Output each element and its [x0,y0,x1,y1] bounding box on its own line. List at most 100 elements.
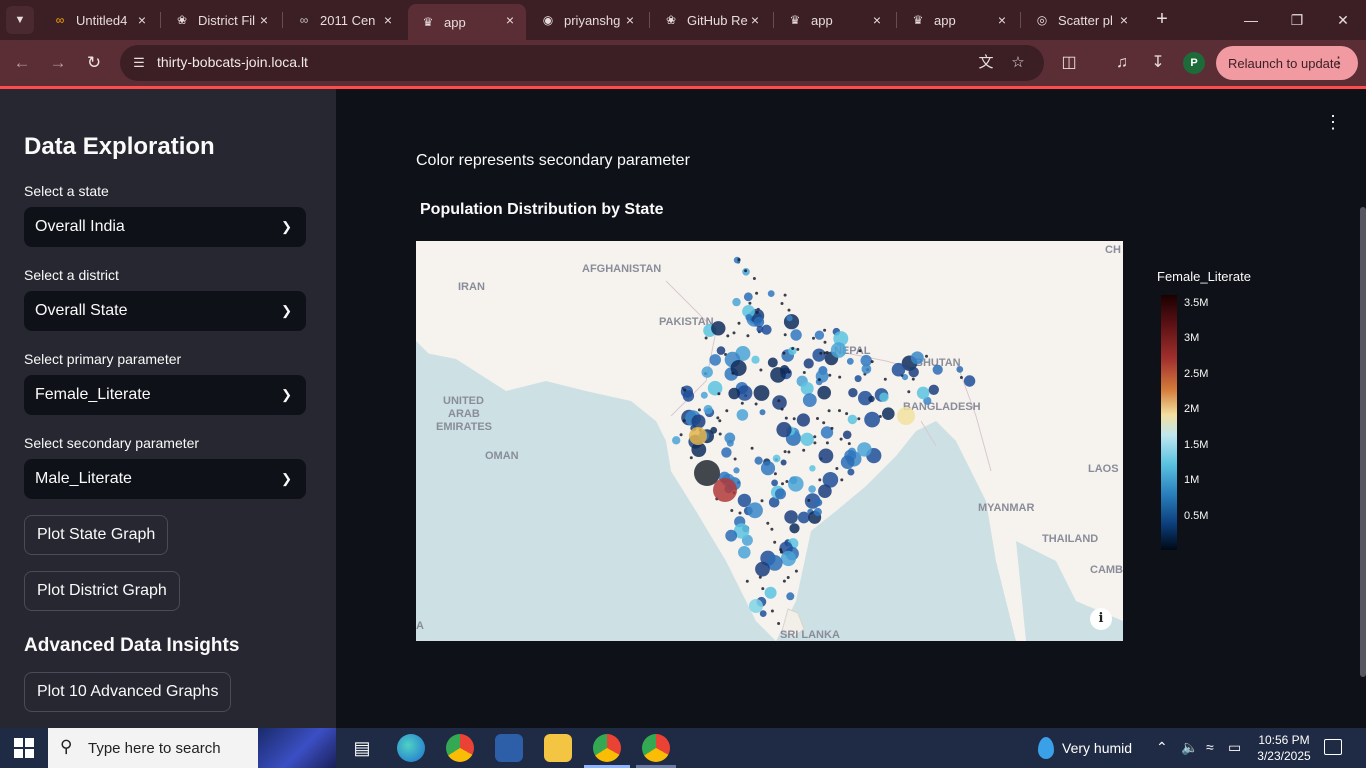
chrome-alt-icon[interactable] [642,734,670,762]
district-point[interactable] [818,478,822,482]
district-point[interactable] [830,342,847,358]
district-point[interactable] [812,336,815,340]
district-point[interactable] [783,450,787,454]
primary-param-select[interactable]: Female_Literate ❯ [24,375,306,415]
district-point[interactable] [709,354,721,366]
district-point[interactable] [796,347,800,351]
district-point[interactable] [725,529,738,542]
district-point[interactable] [721,447,732,458]
district-point[interactable] [732,297,741,307]
district-point[interactable] [907,390,911,394]
downloads-icon[interactable]: ↧ [1147,52,1169,74]
district-point[interactable] [733,467,740,474]
district-point[interactable] [738,511,742,515]
district-point[interactable] [782,351,786,355]
tab-app-active[interactable]: ♛ app × [408,4,526,40]
district-point[interactable] [683,388,687,392]
close-icon[interactable]: × [994,12,1010,28]
district-point[interactable] [783,293,787,297]
district-point[interactable] [868,395,875,403]
district-point[interactable] [813,507,822,517]
chevron-up-icon[interactable]: ⌃ [1156,739,1168,756]
district-point[interactable] [773,540,777,544]
tab-app-2[interactable]: ♛ app × [775,4,893,36]
district-point[interactable] [682,419,686,423]
close-icon[interactable]: × [622,12,638,28]
district-point[interactable] [680,385,693,398]
district-point[interactable] [703,404,713,415]
close-icon[interactable]: × [747,12,763,28]
reload-button[interactable]: ↻ [80,49,108,77]
district-point[interactable] [689,456,693,460]
district-point[interactable] [736,409,749,421]
district-point[interactable] [802,393,817,407]
weather-text[interactable]: Very humid [1062,740,1132,756]
profile-avatar[interactable]: P [1183,52,1205,74]
district-point[interactable] [870,360,874,364]
extensions-icon[interactable]: ◫ [1058,52,1080,74]
district-point[interactable] [928,384,939,395]
district-point[interactable] [718,432,722,436]
district-point[interactable] [835,467,839,470]
plot-state-graph-button[interactable]: Plot State Graph [24,515,169,555]
district-point[interactable] [830,426,834,430]
new-tab-button[interactable]: + [1150,6,1174,34]
district-point[interactable] [911,377,915,381]
district-point[interactable] [807,498,811,502]
district-point[interactable] [792,417,796,421]
district-point[interactable] [791,347,795,350]
file-explorer-icon[interactable] [544,734,572,762]
district-point[interactable] [733,457,737,461]
district-point[interactable] [814,330,825,340]
district-point[interactable] [861,364,872,374]
plot-district-graph-button[interactable]: Plot District Graph [24,571,180,611]
district-point[interactable] [777,622,781,625]
translate-icon[interactable]: 文 [976,53,996,73]
district-point[interactable] [797,511,810,524]
district-point[interactable] [755,310,759,314]
district-point[interactable] [858,349,862,353]
district-point[interactable] [713,478,737,502]
district-point[interactable] [730,509,734,512]
address-bar[interactable]: ☰ thirty-bobcats-join.loca.lt 文 ☆ [120,45,1044,81]
system-clock[interactable]: 10:56 PM 3/23/2025 [1250,732,1318,764]
district-point[interactable] [718,419,722,423]
district-point[interactable] [738,546,751,559]
back-button[interactable]: ← [8,49,36,77]
district-point[interactable] [781,482,784,486]
minimize-button[interactable]: — [1228,0,1274,40]
bookmark-star-icon[interactable]: ☆ [1008,53,1028,73]
district-point[interactable] [825,441,829,445]
district-point[interactable] [786,315,793,322]
taskbar-search-box[interactable]: ⚲ Type here to search [48,728,336,768]
district-point[interactable] [700,391,708,399]
district-point[interactable] [771,479,778,487]
district-point[interactable] [749,599,763,613]
notification-center-icon[interactable] [1324,739,1342,755]
district-point[interactable] [816,417,819,420]
district-point[interactable] [746,334,750,338]
tab-priyanshg[interactable]: ◉ priyanshg × [528,4,646,36]
district-point[interactable] [760,461,776,476]
district-point[interactable] [787,450,791,454]
district-point[interactable] [775,488,786,500]
district-point[interactable] [857,417,861,421]
district-point[interactable] [847,414,858,425]
district-point[interactable] [764,586,777,599]
district-point[interactable] [787,308,791,312]
tab-app-3[interactable]: ♛ app × [898,4,1018,36]
district-point[interactable] [697,408,701,412]
district-point[interactable] [744,269,748,273]
district-point[interactable] [848,388,858,398]
district-point[interactable] [839,437,843,441]
district-point[interactable] [882,407,895,420]
district-point[interactable] [689,427,707,445]
district-point[interactable] [842,430,852,440]
district-point[interactable] [780,459,787,466]
district-point[interactable] [777,399,781,403]
district-point[interactable] [809,465,816,472]
tab-scatter-plot[interactable]: ◎ Scatter pl × [1022,4,1140,36]
district-point[interactable] [760,499,764,503]
district-point[interactable] [779,365,790,375]
district-point[interactable] [823,328,827,332]
